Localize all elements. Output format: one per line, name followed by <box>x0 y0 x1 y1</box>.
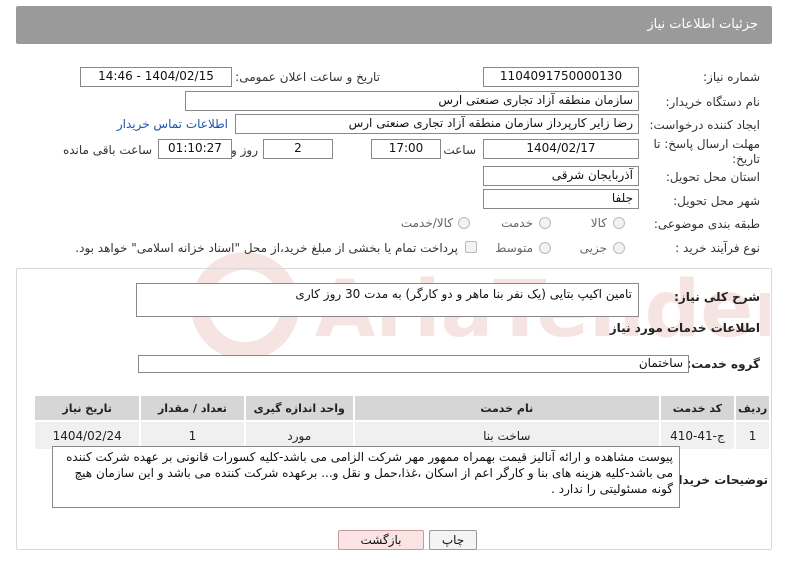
category-radio-goods-service[interactable] <box>458 217 470 229</box>
buyer-contact-link[interactable]: اطلاعات تماس خریدار <box>117 117 228 131</box>
services-section-title: اطلاعات خدمات مورد نیاز <box>609 321 760 335</box>
col-service-code: کد خدمت <box>658 394 737 422</box>
deadline-time-label: ساعت <box>443 143 476 157</box>
process-minor-label: جزیی <box>579 241 607 255</box>
col-need-date: تاریخ نیاز <box>32 394 142 422</box>
creator-label: ایجاد کننده درخواست: <box>649 118 760 132</box>
deadline-date-field: 1404/02/17 <box>483 139 639 159</box>
description-label: شرح کلی نیاز: <box>674 290 760 304</box>
service-group-label: گروه خدمت: <box>686 357 760 371</box>
table-header-row: ردیف کد خدمت نام خدمت واحد اندازه گیری ت… <box>32 394 771 422</box>
category-service-label: خدمت <box>501 216 533 230</box>
back-button[interactable]: بازگشت <box>338 530 424 550</box>
services-table: ردیف کد خدمت نام خدمت واحد اندازه گیری ت… <box>32 394 771 451</box>
process-medium-label: متوسط <box>495 241 533 255</box>
col-quantity: تعداد / مقدار <box>139 394 246 422</box>
deadline-time-field: 17:00 <box>371 139 441 159</box>
days-field: 2 <box>263 139 333 159</box>
remaining-label: ساعت باقی مانده <box>62 143 152 157</box>
announce-label: تاریخ و ساعت اعلان عمومی: <box>235 70 380 84</box>
page-header: جزئیات اطلاعات نیاز <box>16 6 772 44</box>
treasury-checkbox[interactable] <box>465 241 477 253</box>
need-number-label: شماره نیاز: <box>703 70 760 84</box>
print-button[interactable]: چاپ <box>429 530 477 550</box>
city-label: شهر محل تحویل: <box>673 194 760 208</box>
announce-field: 1404/02/15 - 14:46 <box>80 67 232 87</box>
need-number-field: 1104091750000130 <box>483 67 639 87</box>
process-radio-minor[interactable] <box>613 242 625 254</box>
description-field: تامین اکیپ بتایی (یک نفر بنا ماهر و دو ک… <box>136 283 639 317</box>
days-label: روز و <box>231 143 258 157</box>
buyer-notes-label: توضیحات خریدار: <box>666 473 768 487</box>
province-label: استان محل تحویل: <box>665 170 760 184</box>
deadline-label: مهلت ارسال پاسخ: تا تاریخ: <box>653 137 760 166</box>
category-radio-service[interactable] <box>539 217 551 229</box>
category-radio-goods[interactable] <box>613 217 625 229</box>
process-radio-medium[interactable] <box>539 242 551 254</box>
col-row-number: ردیف <box>734 394 771 422</box>
payment-note: پرداخت تمام یا بخشی از مبلغ خرید،از محل … <box>75 241 458 255</box>
buyer-org-label: نام دستگاه خریدار: <box>665 95 761 109</box>
buyer-org-field: سازمان منطقه آزاد تجاری صنعتی ارس <box>185 91 639 111</box>
cell-row-number: 1 <box>734 420 771 451</box>
buyer-notes-field: پیوست مشاهده و ارائه آنالیز قیمت بهمراه … <box>52 446 680 508</box>
process-label: نوع فرآیند خرید : <box>675 241 760 255</box>
category-goods-service-label: کالا/خدمت <box>400 216 453 230</box>
category-goods-label: کالا <box>590 216 607 230</box>
service-group-field: ساختمان <box>138 355 689 373</box>
page-title: جزئیات اطلاعات نیاز <box>647 17 758 32</box>
remaining-time-field: 01:10:27 <box>158 139 232 159</box>
category-label: طبقه بندی موضوعی: <box>653 217 760 231</box>
creator-field: رضا زایر کارپرداز سازمان منطقه آزاد تجار… <box>235 114 639 134</box>
col-service-name: نام خدمت <box>352 394 661 422</box>
col-unit: واحد اندازه گیری <box>243 394 355 422</box>
city-field: جلفا <box>483 189 639 209</box>
province-field: آذربایجان شرقی <box>483 166 639 186</box>
